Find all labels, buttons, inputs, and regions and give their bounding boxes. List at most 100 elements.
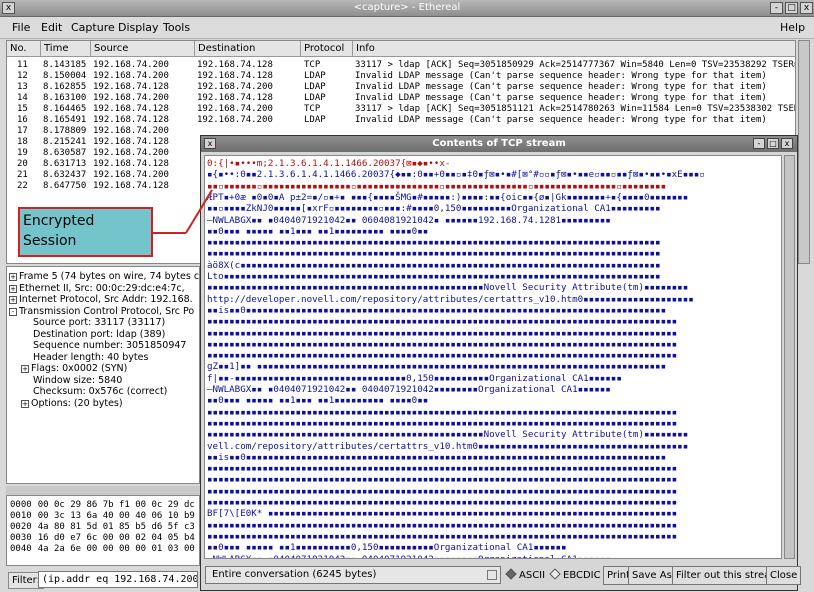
dialog-maximize-button[interactable]: □: [767, 138, 779, 149]
radio-unselected-icon: [549, 568, 561, 580]
table-cell-info: Invalid LDAP message (Can't parse sequen…: [355, 115, 767, 125]
stream-line: gZ▪▪1]▪▪ ▪▪▪▪▪▪▪▪▪▪▪▪▪▪▪▪▪▪▪▪▪▪▪▪▪▪▪▪▪▪▪…: [207, 361, 667, 373]
save-as-button[interactable]: Save As: [628, 566, 676, 585]
table-cell-info: Invalid LDAP message (Can't parse sequen…: [355, 71, 767, 81]
hex-pane-scrollbar[interactable]: [6, 486, 200, 496]
close-button[interactable]: x: [800, 2, 813, 14]
table-row[interactable]: 13 8.162855 192.168.74.128 192.168.74.200 LD…: [7, 82, 795, 93]
table-cell-no: 18: [17, 137, 28, 147]
table-cell-no: 22: [17, 181, 28, 191]
stream-scrollbar[interactable]: [784, 155, 795, 559]
detail-row[interactable]: + Flags: 0x0002 (SYN): [21, 363, 127, 374]
table-cell-src: 192.168.74.200: [93, 126, 169, 136]
menu-capture[interactable]: Capture: [71, 21, 115, 34]
packet-details-pane[interactable]: + Frame 5 (74 bytes on wire, 74 bytes c + E…: [6, 266, 200, 484]
table-cell-info: 33117 > ldap [ACK] Seq=3051851121 Ack=25…: [355, 104, 795, 114]
expand-icon[interactable]: +: [21, 365, 29, 373]
table-cell-no: 14: [17, 93, 28, 103]
expand-icon[interactable]: +: [21, 399, 29, 408]
dropdown-arrow-icon: [487, 570, 497, 580]
detail-text: Window size: 5840: [33, 374, 123, 386]
table-row[interactable]: 15 8.164465 192.168.74.128 192.168.74.200 TC…: [7, 104, 795, 115]
stream-line: ▪▪▪▪▪▪▪▪▪▪▪▪▪▪▪▪▪▪▪▪▪▪▪▪▪▪▪▪▪▪▪▪▪▪▪▪▪▪▪▪…: [207, 316, 678, 328]
menu-edit[interactable]: Edit: [41, 21, 62, 34]
column-header-info[interactable]: Info: [353, 41, 795, 57]
column-header-destination[interactable]: Destination: [195, 41, 301, 57]
detail-row[interactable]: Source port: 33117 (33117): [33, 317, 165, 328]
menu-help[interactable]: Help: [780, 21, 805, 34]
menu-tools[interactable]: Tools: [163, 21, 190, 34]
stream-line: BF[7\[E0K* ▪▪▪▪▪▪▪▪▪▪▪▪▪▪▪▪▪▪▪▪▪▪▪▪▪▪▪▪▪…: [207, 508, 678, 520]
annotation-line-1: Encrypted: [23, 213, 95, 229]
collapse-icon[interactable]: -: [9, 307, 17, 316]
dialog-close-button[interactable]: x: [781, 138, 793, 149]
detail-text: Ethernet II, Src: 00:0c:29:dc:e4:7c,: [19, 282, 185, 294]
hex-bytes: 4a 80 81 5d 01 85 b5 d6 5f c3 00: [37, 522, 200, 532]
dialog-close-text-button[interactable]: Close: [766, 566, 802, 585]
table-cell-dst: 192.168.74.200: [197, 82, 273, 92]
ascii-radio[interactable]: ASCII: [505, 568, 545, 581]
table-cell-src: 192.168.74.200: [93, 71, 169, 81]
ebcdic-radio[interactable]: EBCDIC: [549, 568, 601, 581]
stream-line: ▪▪0▪▪▪ ▪▪▪▪▪ ▪▪1▪▪▪ ▪▪1▪▪▪▪▪▪▪▪▪ ▪▪▪▪0▪▪: [207, 225, 429, 237]
hex-offset: 0010: [10, 511, 32, 521]
dialog-minimize-button[interactable]: -: [753, 138, 765, 149]
hex-dump-pane[interactable]: 0000 00 0c 29 86 7b f1 00 0c 29 dc e4 0010…: [6, 486, 200, 566]
table-cell-no: 11: [17, 60, 28, 70]
table-cell-time: 8.165491: [43, 115, 87, 125]
expand-icon[interactable]: +: [9, 273, 17, 281]
table-cell-dst: 192.168.74.128: [197, 71, 273, 81]
expand-icon[interactable]: +: [9, 296, 17, 304]
hex-row: 0020 4a 80 81 5d 01 85 b5 d6 5f c3 00: [10, 522, 200, 532]
hex-offset: 0000: [10, 500, 32, 510]
detail-row[interactable]: + Frame 5 (74 bytes on wire, 74 bytes c: [9, 271, 199, 282]
table-row[interactable]: 11 8.143185 192.168.74.200 192.168.74.128 TC…: [7, 60, 795, 71]
detail-row[interactable]: Sequence number: 3051850947: [33, 340, 186, 351]
annotation-line-2: Session: [23, 233, 77, 249]
maximize-button[interactable]: □: [785, 2, 798, 14]
stream-line: ▪▪is▪▪0▪▪▪▪▪▪▪▪▪▪▪▪▪▪▪▪▪▪▪▪▪▪▪▪▪▪▪▪▪▪▪▪▪…: [207, 451, 667, 463]
menu-file[interactable]: File: [12, 21, 30, 34]
column-header-no[interactable]: No.: [7, 41, 41, 57]
packet-list-scrollbar[interactable]: [798, 40, 810, 264]
expand-icon[interactable]: +: [9, 284, 17, 293]
column-header-source[interactable]: Source: [91, 41, 195, 57]
detail-row[interactable]: Header length: 40 bytes: [33, 352, 148, 363]
table-cell-time: 8.178809: [43, 126, 87, 136]
detail-row[interactable]: + Internet Protocol, Src Addr: 192.168.: [9, 294, 193, 305]
table-cell-dst: 192.168.74.128: [197, 93, 273, 103]
detail-row[interactable]: Window size: 5840: [33, 375, 122, 386]
table-cell-src: 192.168.74.200: [93, 93, 169, 103]
table-row[interactable]: 16 8.165491 192.168.74.128 192.168.74.200 LD…: [7, 115, 795, 126]
menu-display[interactable]: Display: [118, 21, 159, 34]
table-cell-time: 8.630587: [43, 148, 87, 158]
stream-line: ▪▪0▪▪▪ ▪▪▪▪▪ ▪▪1▪▪▪▪▪▪▪▪▪▪0,150▪▪▪▪▪▪▪▪▪…: [207, 542, 567, 554]
detail-row[interactable]: + Ethernet II, Src: 00:0c:29:dc:e4:7c,: [9, 283, 185, 294]
table-cell-proto: TCP: [304, 104, 321, 114]
hex-bytes: 00 3c 13 6a 40 00 40 06 10 b9 c0: [37, 511, 200, 521]
stream-line: ▪▪▪▪▪▪▪▪▪▪▪▪▪▪▪▪▪▪▪▪▪▪▪▪▪▪▪▪▪▪▪▪▪▪▪▪▪▪▪▪…: [207, 429, 689, 441]
table-row[interactable]: 14 8.163100 192.168.74.200 192.168.74.128 LD…: [7, 93, 795, 104]
column-header-time[interactable]: Time: [41, 41, 91, 57]
detail-row[interactable]: Destination port: ldap (389): [33, 329, 165, 340]
table-cell-info: Invalid LDAP message (Can't parse sequen…: [355, 93, 767, 103]
table-cell-proto: LDAP: [304, 93, 326, 103]
table-cell-src: 192.168.74.128: [93, 104, 169, 114]
detail-row[interactable]: + Options: (20 bytes): [21, 398, 123, 409]
stream-line: ▪▪▪▪▪▪▪▪▪▪▪▪▪▪▪▪▪▪▪▪▪▪▪▪▪▪▪▪▪▪▪▪▪▪▪▪▪▪▪▪…: [207, 417, 678, 429]
detail-text: Transmission Control Protocol, Src Po: [19, 305, 195, 317]
table-cell-src: 192.168.74.128: [93, 115, 169, 125]
filter-input[interactable]: (ip.addr eq 192.168.74.200 and ip.a: [38, 571, 198, 588]
hex-row: 0010 00 3c 13 6a 40 00 40 06 10 b9 c0: [10, 511, 200, 521]
detail-row[interactable]: Checksum: 0x576c (correct): [33, 386, 167, 397]
minimize-button[interactable]: -: [770, 2, 783, 14]
detail-text: Header length: 40 bytes: [33, 351, 149, 363]
detail-text: Checksum: 0x576c (correct): [33, 386, 168, 397]
stream-line: vell.com/repository/attributes/certattrs…: [207, 440, 689, 452]
table-row[interactable]: 12 8.150004 192.168.74.200 192.168.74.128 LD…: [7, 71, 795, 82]
stream-content[interactable]: 0:{|•▪•••m;2.1.3.6.1.4.1.1466.20037{⊠▪◆▪…: [204, 155, 782, 559]
detail-row[interactable]: - Transmission Control Protocol, Src Po: [9, 306, 194, 317]
window-menu-button[interactable]: x: [2, 2, 15, 14]
column-header-protocol[interactable]: Protocol: [301, 41, 353, 57]
conversation-select[interactable]: Entire conversation (6245 bytes): [205, 566, 501, 584]
